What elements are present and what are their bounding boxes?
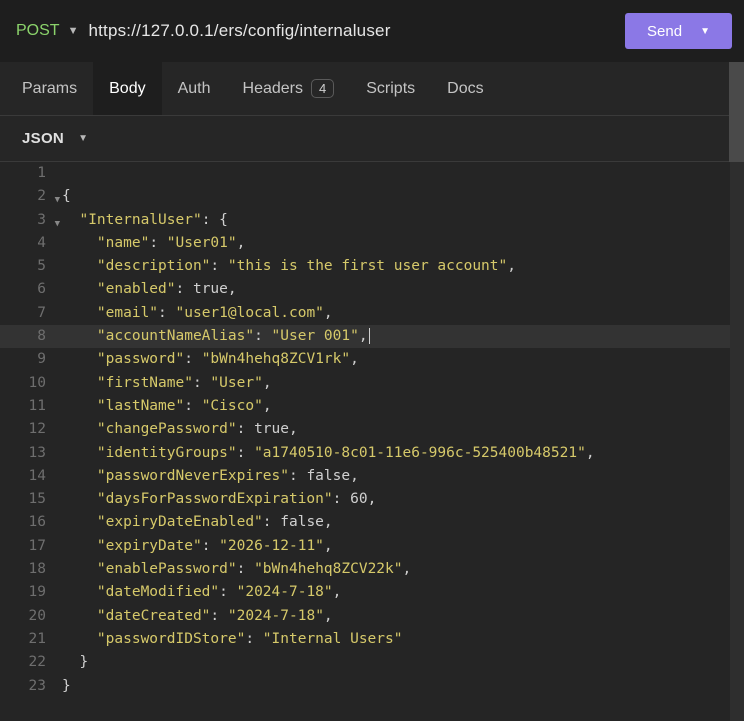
code-line[interactable]: 2▼{: [0, 185, 744, 208]
code-line[interactable]: 9 "password": "bWn4hehq8ZCV1rk",: [0, 348, 744, 371]
code-line[interactable]: 6 "enabled": true,: [0, 278, 744, 301]
code-content[interactable]: "daysForPasswordExpiration": 60,: [62, 488, 744, 511]
code-content[interactable]: "identityGroups": "a1740510-8c01-11e6-99…: [62, 442, 744, 465]
code-content[interactable]: "expiryDateEnabled": false,: [62, 511, 744, 534]
code-content[interactable]: "InternalUser": {: [62, 209, 744, 232]
line-number: 15: [0, 488, 62, 511]
code-line[interactable]: 11 "lastName": "Cisco",: [0, 395, 744, 418]
tab-label: Params: [22, 80, 77, 98]
line-number: 11: [0, 395, 62, 418]
code-line[interactable]: 21 "passwordIDStore": "Internal Users": [0, 628, 744, 651]
headers-count-badge: 4: [311, 79, 334, 98]
code-line[interactable]: 17 "expiryDate": "2026-12-11",: [0, 535, 744, 558]
line-number: 23: [0, 675, 62, 698]
code-content[interactable]: }: [62, 651, 744, 674]
line-number: 20: [0, 605, 62, 628]
code-line[interactable]: 1: [0, 162, 744, 185]
url-input[interactable]: https://127.0.0.1/ers/config/internaluse…: [88, 21, 615, 41]
code-content[interactable]: "enabled": true,: [62, 278, 744, 301]
tab-label: Headers: [243, 80, 303, 98]
chevron-down-icon[interactable]: ▼: [78, 133, 88, 144]
code-line[interactable]: 14 "passwordNeverExpires": false,: [0, 465, 744, 488]
line-number: 12: [0, 418, 62, 441]
line-number: 4: [0, 232, 62, 255]
code-content[interactable]: "passwordNeverExpires": false,: [62, 465, 744, 488]
code-content[interactable]: "enablePassword": "bWn4hehq8ZCV22k",: [62, 558, 744, 581]
code-line[interactable]: 10 "firstName": "User",: [0, 372, 744, 395]
code-content[interactable]: "dateModified": "2024-7-18",: [62, 581, 744, 604]
code-editor[interactable]: 12▼{3▼ "InternalUser": {4 "name": "User0…: [0, 162, 744, 721]
code-content[interactable]: "firstName": "User",: [62, 372, 744, 395]
tab-headers[interactable]: Headers 4: [227, 62, 351, 115]
body-format-bar: JSON ▼: [0, 116, 744, 162]
line-number: 1: [0, 162, 62, 185]
code-line[interactable]: 22 }: [0, 651, 744, 674]
code-line[interactable]: 8 "accountNameAlias": "User 001",: [0, 325, 744, 348]
tab-auth[interactable]: Auth: [162, 62, 227, 115]
code-line[interactable]: 23}: [0, 675, 744, 698]
code-line[interactable]: 18 "enablePassword": "bWn4hehq8ZCV22k",: [0, 558, 744, 581]
code-line[interactable]: 13 "identityGroups": "a1740510-8c01-11e6…: [0, 442, 744, 465]
request-topbar: POST ▼ https://127.0.0.1/ers/config/inte…: [0, 0, 744, 62]
tab-body[interactable]: Body: [93, 62, 161, 115]
chevron-down-icon: ▼: [700, 26, 710, 37]
chevron-down-icon: ▼: [68, 25, 79, 37]
code-line[interactable]: 19 "dateModified": "2024-7-18",: [0, 581, 744, 604]
code-content[interactable]: "name": "User01",: [62, 232, 744, 255]
line-number: 19: [0, 581, 62, 604]
code-line[interactable]: 20 "dateCreated": "2024-7-18",: [0, 605, 744, 628]
code-content[interactable]: "lastName": "Cisco",: [62, 395, 744, 418]
line-number: 10: [0, 372, 62, 395]
code-content[interactable]: "password": "bWn4hehq8ZCV1rk",: [62, 348, 744, 371]
tab-label: Scripts: [366, 80, 415, 98]
http-method-label: POST: [16, 22, 60, 40]
line-number: 14: [0, 465, 62, 488]
code-line[interactable]: 4 "name": "User01",: [0, 232, 744, 255]
code-content[interactable]: [62, 162, 744, 185]
line-number: 22: [0, 651, 62, 674]
line-number: 21: [0, 628, 62, 651]
code-content[interactable]: "expiryDate": "2026-12-11",: [62, 535, 744, 558]
code-content[interactable]: }: [62, 675, 744, 698]
line-number: 17: [0, 535, 62, 558]
tab-scripts[interactable]: Scripts: [350, 62, 431, 115]
tab-label: Docs: [447, 80, 483, 98]
line-number: 6: [0, 278, 62, 301]
line-number: 5: [0, 255, 62, 278]
code-line[interactable]: 12 "changePassword": true,: [0, 418, 744, 441]
send-button-label: Send: [647, 23, 682, 40]
code-line[interactable]: 5 "description": "this is the first user…: [0, 255, 744, 278]
code-content[interactable]: {: [62, 185, 744, 208]
body-format-selector[interactable]: JSON: [22, 130, 64, 147]
line-number: 2▼: [0, 185, 62, 208]
line-number: 16: [0, 511, 62, 534]
code-content[interactable]: "dateCreated": "2024-7-18",: [62, 605, 744, 628]
http-method-selector[interactable]: POST ▼: [16, 22, 78, 40]
tab-params[interactable]: Params: [6, 62, 93, 115]
line-number: 8: [0, 325, 62, 348]
code-line[interactable]: 3▼ "InternalUser": {: [0, 209, 744, 232]
tab-label: Body: [109, 80, 145, 98]
code-content[interactable]: "passwordIDStore": "Internal Users": [62, 628, 744, 651]
send-button[interactable]: Send ▼: [625, 13, 732, 49]
text-cursor: [369, 328, 370, 344]
code-content[interactable]: "description": "this is the first user a…: [62, 255, 744, 278]
tab-label: Auth: [178, 80, 211, 98]
code-content[interactable]: "accountNameAlias": "User 001",: [62, 325, 744, 348]
line-number: 3▼: [0, 209, 62, 232]
code-line[interactable]: 16 "expiryDateEnabled": false,: [0, 511, 744, 534]
code-content[interactable]: "changePassword": true,: [62, 418, 744, 441]
code-content[interactable]: "email": "user1@local.com",: [62, 302, 744, 325]
line-number: 9: [0, 348, 62, 371]
line-number: 18: [0, 558, 62, 581]
editor-scrollbar[interactable]: [730, 162, 744, 721]
tab-docs[interactable]: Docs: [431, 62, 499, 115]
code-line[interactable]: 15 "daysForPasswordExpiration": 60,: [0, 488, 744, 511]
line-number: 7: [0, 302, 62, 325]
request-tabs: Params Body Auth Headers 4 Scripts Docs: [0, 62, 744, 116]
code-line[interactable]: 7 "email": "user1@local.com",: [0, 302, 744, 325]
line-number: 13: [0, 442, 62, 465]
